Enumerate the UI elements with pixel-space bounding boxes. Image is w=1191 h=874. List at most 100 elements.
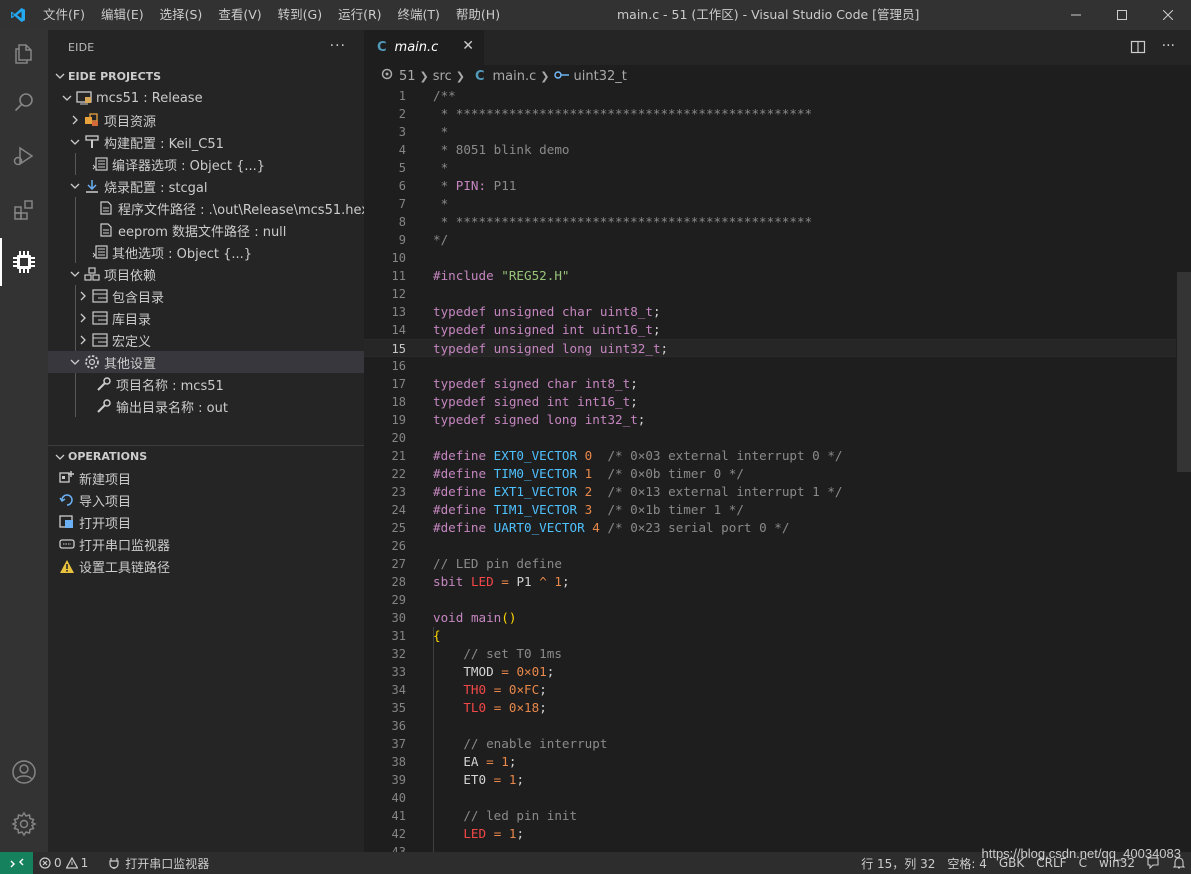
scrollbar-thumb[interactable] [1177, 272, 1191, 472]
code-line[interactable]: 4 * 8051 blink demo [364, 141, 1176, 159]
menu-go[interactable]: 转到(G) [270, 0, 330, 30]
close-window-button[interactable] [1145, 0, 1191, 30]
tree-item-eeprom-path[interactable]: eeprom 数据文件路径 : null [48, 219, 364, 241]
code-line[interactable]: 35 TL0 = 0×18; [364, 699, 1176, 717]
more-actions-icon[interactable]: ··· [330, 38, 346, 54]
code-line[interactable]: 38 EA = 1; [364, 753, 1176, 771]
breadcrumb-item[interactable]: main.c [493, 69, 537, 84]
code-line[interactable]: 42 LED = 1; [364, 825, 1176, 843]
run-debug-icon[interactable] [0, 132, 48, 180]
menu-file[interactable]: 文件(F) [35, 0, 93, 30]
minimize-button[interactable] [1053, 0, 1099, 30]
operations-section[interactable]: OPERATIONS [48, 445, 364, 467]
cursor-position[interactable]: 行 15，列 32 [855, 852, 941, 874]
code-line[interactable]: 28 sbit LED = P1 ^ 1; [364, 573, 1176, 591]
code-line[interactable]: 23 #define EXT1_VECTOR 2 /* 0×13 external… [364, 483, 1176, 501]
menu-selection[interactable]: 选择(S) [152, 0, 211, 30]
menu-terminal[interactable]: 终端(T) [390, 0, 448, 30]
code-line[interactable]: 25 #define UART0_VECTOR 4 /* 0×23 serial … [364, 519, 1176, 537]
op-new-project[interactable]: 新建项目 [48, 467, 364, 489]
code-line[interactable]: 39 ET0 = 1; [364, 771, 1176, 789]
tab-main-c[interactable]: C main.c ✕ [364, 30, 484, 65]
tree-item-macro-defs[interactable]: 宏定义 [48, 329, 364, 351]
menu-edit[interactable]: 编辑(E) [93, 0, 152, 30]
code-line[interactable]: 20 [364, 429, 1176, 447]
code-line[interactable]: 10 [364, 249, 1176, 267]
breadcrumb-item[interactable]: uint32_t [574, 69, 627, 84]
code-line[interactable]: 37 // enable interrupt [364, 735, 1176, 753]
tree-item-other-settings[interactable]: 其他设置 [48, 351, 364, 373]
tree-item-build-config[interactable]: 构建配置 : Keil_C51 [48, 131, 364, 153]
remote-indicator[interactable] [0, 852, 33, 874]
tree-item-project-resources[interactable]: 项目资源 [48, 109, 364, 131]
tree-item-dependencies[interactable]: 项目依赖 [48, 263, 364, 285]
tree-item-project[interactable]: mcs51 : Release [48, 87, 364, 109]
code-line[interactable]: 14 typedef unsigned int uint16_t; [364, 321, 1176, 339]
op-set-toolchain-path[interactable]: 设置工具链路径 [48, 555, 364, 577]
code-line[interactable]: 2 * ************************************… [364, 105, 1176, 123]
code-line[interactable]: 27 // LED pin define [364, 555, 1176, 573]
code-line[interactable]: 13 typedef unsigned char uint8_t; [364, 303, 1176, 321]
problems-indicator[interactable]: 0 1 [33, 852, 94, 874]
search-icon[interactable] [0, 78, 48, 126]
code-line[interactable]: 21 #define EXT0_VECTOR 0 /* 0×03 external… [364, 447, 1176, 465]
code-line[interactable]: 41 // led pin init [364, 807, 1176, 825]
code-line[interactable]: 34 TH0 = 0×FC; [364, 681, 1176, 699]
chevron-right-icon: ❯ [540, 69, 550, 83]
code-line[interactable]: 5 * [364, 159, 1176, 177]
settings-gear-icon[interactable] [0, 800, 48, 848]
explorer-icon[interactable] [0, 30, 48, 78]
code-line[interactable]: 18 typedef signed int int16_t; [364, 393, 1176, 411]
code-line[interactable]: 19 typedef signed long int32_t; [364, 411, 1176, 429]
tree-item-project-name[interactable]: 项目名称 : mcs51 [48, 373, 364, 395]
code-line[interactable]: 17 typedef signed char int8_t; [364, 375, 1176, 393]
breadcrumb-item[interactable]: 51 [399, 69, 416, 84]
code-line[interactable]: 30 void main() [364, 609, 1176, 627]
tree-item-other-options[interactable]: 其他选项 : Object {...} [48, 241, 364, 263]
code-line[interactable]: 7 * [364, 195, 1176, 213]
eide-projects-section[interactable]: EIDE PROJECTS [48, 65, 364, 87]
code-editor[interactable]: 1 /** 2 * ********************************… [364, 87, 1176, 852]
accounts-icon[interactable] [0, 748, 48, 796]
tree-item-label: 烧录配置 : stcgal [104, 180, 208, 196]
op-open-project[interactable]: 打开项目 [48, 511, 364, 533]
breadcrumb-item[interactable]: src [433, 69, 452, 84]
code-token: { [433, 628, 441, 643]
code-line[interactable]: 12 [364, 285, 1176, 303]
extensions-icon[interactable] [0, 186, 48, 234]
tree-item-compiler-options[interactable]: 编译器选项 : Object {...} [48, 153, 364, 175]
maximize-button[interactable] [1099, 0, 1145, 30]
code-line[interactable]: 22 #define TIM0_VECTOR 1 /* 0×0b timer 0 … [364, 465, 1176, 483]
code-line[interactable]: 29 [364, 591, 1176, 609]
tree-item-include-dirs[interactable]: 包含目录 [48, 285, 364, 307]
serial-monitor-status[interactable]: 打开串口监视器 [102, 852, 215, 874]
code-line[interactable]: 26 [364, 537, 1176, 555]
menu-run[interactable]: 运行(R) [330, 0, 389, 30]
code-line[interactable]: 33 TMOD = 0×01; [364, 663, 1176, 681]
tree-item-output-dir[interactable]: 输出目录名称 : out [48, 395, 364, 417]
code-line[interactable]: 31 { [364, 627, 1176, 645]
code-line[interactable]: 6 * PIN: P11 [364, 177, 1176, 195]
menu-view[interactable]: 查看(V) [210, 0, 269, 30]
op-import-project[interactable]: 导入项目 [48, 489, 364, 511]
code-line[interactable]: 36 [364, 717, 1176, 735]
split-editor-icon[interactable] [1130, 39, 1146, 59]
code-line[interactable]: 9 */ [364, 231, 1176, 249]
code-line[interactable]: 24 #define TIM1_VECTOR 3 /* 0×1b timer 1 … [364, 501, 1176, 519]
code-line[interactable]: 1 /** [364, 87, 1176, 105]
tree-item-lib-dirs[interactable]: 库目录 [48, 307, 364, 329]
close-icon[interactable]: ✕ [462, 38, 474, 54]
tree-item-flash-config[interactable]: 烧录配置 : stcgal [48, 175, 364, 197]
more-actions-icon[interactable]: ··· [1162, 39, 1175, 59]
vertical-scrollbar[interactable] [1177, 87, 1191, 852]
code-line[interactable]: 8 * ************************************… [364, 213, 1176, 231]
code-line[interactable]: 15 typedef unsigned long uint32_t; [364, 339, 1176, 357]
code-line[interactable]: 3 * [364, 123, 1176, 141]
code-line[interactable]: 11 #include "REG52.H" [364, 267, 1176, 285]
code-line[interactable]: 16 [364, 357, 1176, 375]
op-open-serial-monitor[interactable]: 打开串口监视器 [48, 533, 364, 555]
eide-chip-icon[interactable] [0, 238, 48, 286]
tree-item-program-file-path[interactable]: 程序文件路径 : .\out\Release\mcs51.hex [48, 197, 364, 219]
code-line[interactable]: 32 // set T0 1ms [364, 645, 1176, 663]
code-line[interactable]: 40 [364, 789, 1176, 807]
